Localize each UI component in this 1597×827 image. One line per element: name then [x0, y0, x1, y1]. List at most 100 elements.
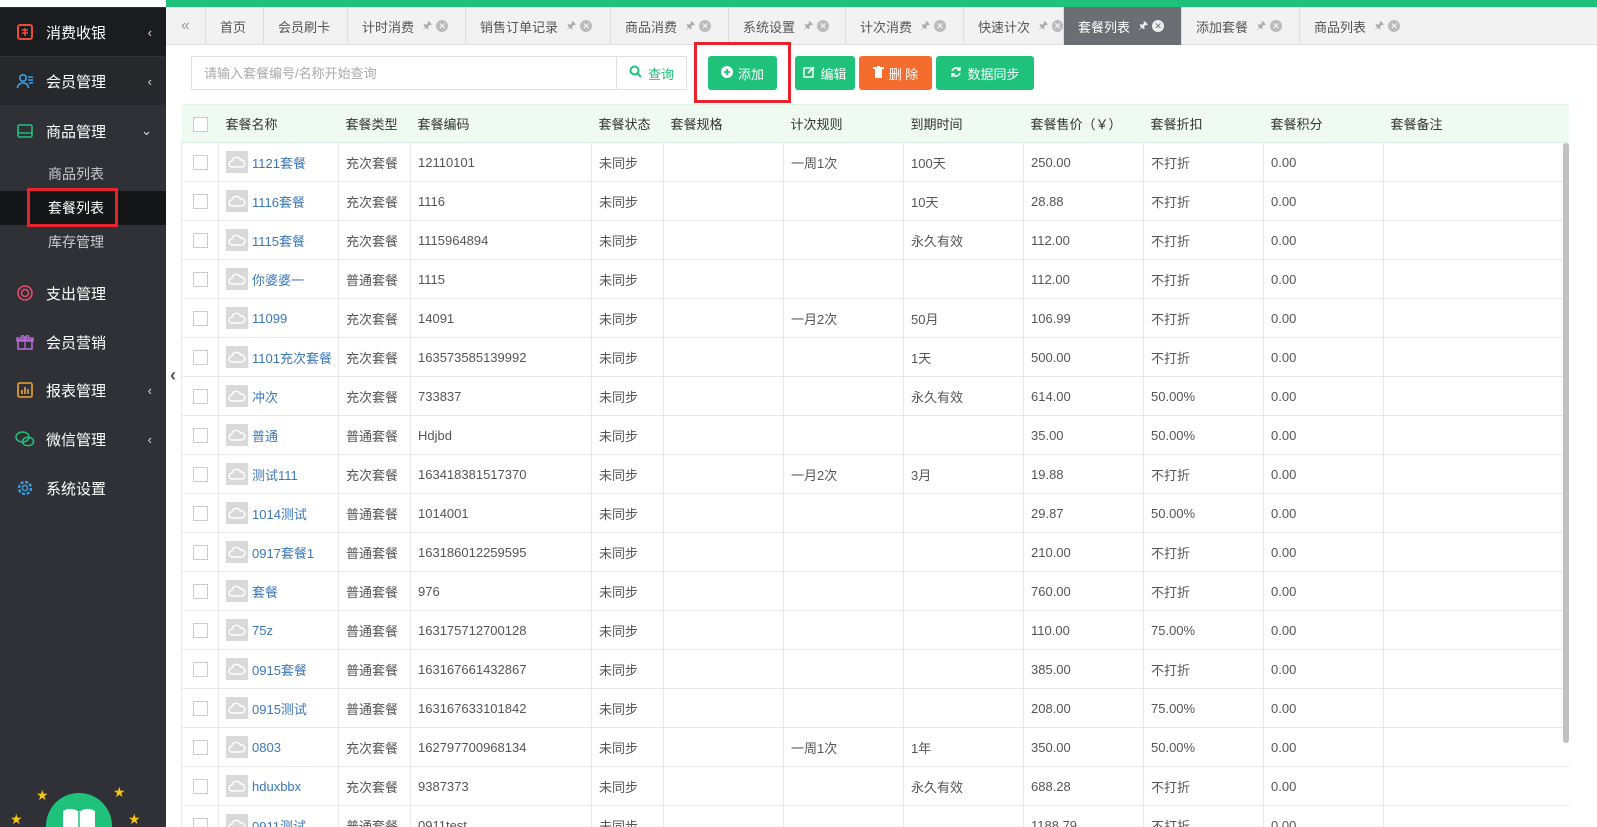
row-checkbox[interactable] [181, 142, 219, 182]
help-book-button[interactable] [46, 793, 112, 827]
sidebar-item-goods[interactable]: 商品管理 ⌄ [0, 107, 166, 155]
tab-system-settings[interactable]: 系统设置 🖈 ✕ [729, 7, 846, 45]
data-sync-button[interactable]: 数据同步 [936, 56, 1034, 90]
package-name-link[interactable]: 75z [252, 623, 273, 638]
column-header[interactable]: 套餐积分 [1263, 104, 1384, 143]
row-checkbox[interactable] [181, 181, 219, 221]
table-row[interactable]: 0915套餐 普通套餐 163167661432867 未同步 385.00 不打折 0.0… [181, 649, 1569, 689]
search-input[interactable] [191, 56, 617, 90]
pin-icon[interactable]: 🖈 [1256, 17, 1266, 36]
package-name-link[interactable]: 0917套餐1 [252, 543, 314, 562]
pin-icon[interactable]: 🖈 [1038, 17, 1048, 36]
table-scrollbar[interactable] [1563, 143, 1569, 743]
edit-button[interactable]: 编辑 [795, 56, 855, 90]
package-name-link[interactable]: 你婆婆一 [252, 270, 304, 289]
sidebar-item-marketing[interactable]: 会员营销 [0, 318, 166, 366]
pin-icon[interactable]: 🖈 [422, 17, 432, 36]
close-icon[interactable]: ✕ [817, 20, 830, 32]
table-row[interactable]: 冲次 充次套餐 733837 未同步 永久有效 614.00 50.00% 0.00 [181, 376, 1569, 416]
row-checkbox[interactable] [181, 376, 219, 416]
sidebar-item-cashier[interactable]: 消费收银 ‹ [0, 8, 166, 56]
close-icon[interactable]: ✕ [1152, 20, 1165, 32]
package-name-link[interactable]: 0915套餐 [252, 660, 307, 679]
table-row[interactable]: 1121套餐 充次套餐 12110101 未同步 一周1次 100天 250.00 不打折 0.… [181, 142, 1569, 182]
table-row[interactable]: 0803 充次套餐 162797700968134 未同步 一周1次 1年 350.00 50… [181, 727, 1569, 767]
row-checkbox[interactable] [181, 727, 219, 767]
close-icon[interactable]: ✕ [580, 20, 593, 32]
column-header[interactable]: 套餐折扣 [1143, 104, 1264, 143]
row-checkbox[interactable] [181, 415, 219, 455]
row-checkbox[interactable] [181, 571, 219, 611]
pin-icon[interactable]: 🖈 [685, 17, 695, 36]
table-row[interactable]: 0917套餐1 普通套餐 163186012259595 未同步 210.00 不打折 0.… [181, 532, 1569, 572]
row-checkbox[interactable] [181, 298, 219, 338]
pin-icon[interactable]: 🖈 [1374, 17, 1384, 36]
sidebar-item-expense[interactable]: 支出管理 [0, 269, 166, 317]
package-name-link[interactable]: hduxbbx [252, 779, 301, 794]
chevron-left-icon[interactable]: ‹ [170, 365, 176, 386]
delete-button[interactable]: 删 除 [859, 56, 932, 90]
row-checkbox[interactable] [181, 649, 219, 689]
tab-count-consume[interactable]: 计次消费 🖈 ✕ [846, 7, 964, 45]
sidebar-item-wechat[interactable]: 微信管理 ‹ [0, 415, 166, 463]
package-name-link[interactable]: 测试111 [252, 465, 298, 484]
pin-icon[interactable]: 🖈 [566, 17, 576, 36]
row-checkbox[interactable] [181, 220, 219, 260]
package-name-link[interactable]: 普通 [252, 426, 278, 445]
tab-timed-consume[interactable]: 计时消费 🖈 ✕ [348, 7, 466, 45]
table-row[interactable]: 普通 普通套餐 Hdjbd 未同步 35.00 50.00% 0.00 [181, 415, 1569, 455]
column-header[interactable]: 套餐备注 [1383, 104, 1569, 143]
column-header[interactable]: 套餐名称 [218, 104, 339, 143]
sidebar-sub-inventory[interactable]: 库存管理 [0, 225, 166, 259]
close-icon[interactable]: ✕ [934, 20, 947, 32]
table-row[interactable]: 套餐 普通套餐 976 未同步 760.00 不打折 0.00 [181, 571, 1569, 611]
table-row[interactable]: hduxbbx 充次套餐 9387373 未同步 永久有效 688.28 不打折 0.00 [181, 766, 1569, 806]
sidebar-sub-goods-list[interactable]: 商品列表 [0, 157, 166, 191]
package-name-link[interactable]: 1101充次套餐 [252, 348, 332, 367]
pin-icon[interactable]: 🖈 [803, 17, 813, 36]
close-icon[interactable]: ✕ [1052, 20, 1063, 32]
row-checkbox[interactable] [181, 454, 219, 494]
tab-sales-orders[interactable]: 销售订单记录 🖈 ✕ [466, 7, 611, 45]
package-name-link[interactable]: 0803 [252, 740, 281, 755]
package-name-link[interactable]: 套餐 [252, 582, 278, 601]
close-icon[interactable]: ✕ [699, 20, 712, 32]
table-row[interactable]: 1101充次套餐 充次套餐 163573585139992 未同步 1天 500.00 不打… [181, 337, 1569, 377]
row-checkbox[interactable] [181, 610, 219, 650]
table-row[interactable]: 0911测试 普通套餐 0911test 未同步 1188.79 不打折 0.00 [181, 805, 1569, 827]
tab-quick-count[interactable]: 快速计次 🖈 ✕ [964, 7, 1064, 45]
row-checkbox[interactable] [181, 493, 219, 533]
package-name-link[interactable]: 1116套餐 [252, 192, 305, 211]
row-checkbox[interactable] [181, 532, 219, 572]
column-header[interactable]: 套餐售价（￥） [1023, 104, 1144, 143]
sidebar-item-members[interactable]: 会员管理 ‹ [0, 57, 166, 105]
select-all-checkbox[interactable] [181, 104, 219, 143]
table-row[interactable]: 1115套餐 充次套餐 1115964894 未同步 永久有效 112.00 不打折 0.00 [181, 220, 1569, 260]
pin-icon[interactable]: 🖈 [1138, 17, 1148, 36]
row-checkbox[interactable] [181, 688, 219, 728]
sidebar-item-reports[interactable]: 报表管理 ‹ [0, 366, 166, 414]
tab-goods-list[interactable]: 商品列表 🖈 ✕ [1300, 7, 1418, 45]
row-checkbox[interactable] [181, 259, 219, 299]
row-checkbox[interactable] [181, 805, 219, 827]
row-checkbox[interactable] [181, 337, 219, 377]
package-name-link[interactable]: 1014测试 [252, 504, 307, 523]
table-row[interactable]: 75z 普通套餐 163175712700128 未同步 110.00 75.00% 0.0… [181, 610, 1569, 650]
close-icon[interactable]: ✕ [1270, 20, 1283, 32]
close-icon[interactable]: ✕ [1388, 20, 1401, 32]
tab-home[interactable]: 首页 [206, 7, 264, 45]
package-name-link[interactable]: 0915测试 [252, 699, 307, 718]
package-name-link[interactable]: 冲次 [252, 387, 278, 406]
pin-icon[interactable]: 🖈 [920, 17, 930, 36]
table-row[interactable]: 测试111 充次套餐 163418381517370 未同步 一月2次 3月 19.88 不打… [181, 454, 1569, 494]
search-button[interactable]: 查询 [617, 56, 687, 90]
column-header[interactable]: 到期时间 [903, 104, 1024, 143]
table-row[interactable]: 0915测试 普通套餐 163167633101842 未同步 208.00 75.00%… [181, 688, 1569, 728]
package-name-link[interactable]: 11099 [252, 311, 287, 326]
column-header[interactable]: 套餐规格 [663, 104, 784, 143]
sidebar-item-settings[interactable]: 系统设置 [0, 464, 166, 512]
tab-package-list[interactable]: 套餐列表 🖈 ✕ [1064, 7, 1182, 45]
column-header[interactable]: 套餐类型 [338, 104, 411, 143]
table-row[interactable]: 你婆婆一 普通套餐 1115 未同步 112.00 不打折 0.00 [181, 259, 1569, 299]
tab-add-package[interactable]: 添加套餐 🖈 ✕ [1182, 7, 1300, 45]
